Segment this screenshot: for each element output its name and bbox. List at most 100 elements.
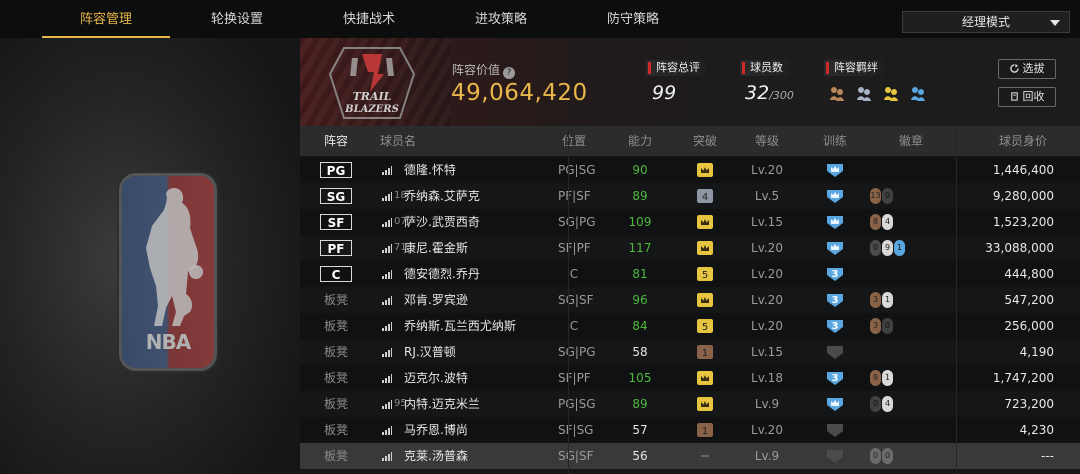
training-level: 3 xyxy=(832,269,839,280)
player-ability: 81 xyxy=(632,267,648,281)
training-crown-icon xyxy=(827,242,843,255)
tab-bar: 阵容管理 轮换设置 快捷战术 进攻策略 防守策略 经理模式 xyxy=(0,0,1080,38)
player-level: Lv.20 xyxy=(751,293,783,307)
badge-count: 9 xyxy=(882,240,893,256)
table-row[interactable]: 板凳 乔纳斯.瓦兰西尤纳斯 C 84 5 Lv.20 3 3 0 256,000 xyxy=(300,313,1080,339)
help-icon[interactable]: ? xyxy=(503,67,516,79)
bond-silver-icon[interactable] xyxy=(855,84,873,102)
tab-quick-tactics[interactable]: 快捷战术 xyxy=(308,0,430,38)
tab-defense-strategy[interactable]: 防守策略 xyxy=(572,0,694,38)
player-position: C xyxy=(569,319,579,333)
signal-bars-icon xyxy=(382,192,392,201)
lineup-position-tag: C xyxy=(320,266,352,282)
table-row[interactable]: C 德安德烈.乔丹 C 81 5 Lv.20 3 444,800 xyxy=(300,261,1080,287)
player-value: 1,747,200 xyxy=(992,371,1054,385)
bond-blue-icon[interactable] xyxy=(909,84,927,102)
player-count-max: /300 xyxy=(769,89,794,102)
badge-group: 04 xyxy=(870,396,894,412)
column-header-lineup[interactable]: 阵容 xyxy=(314,126,358,156)
table-row[interactable]: PF 71 康尼.霍金斯 SF|PF 117 Lv.20 0 9 1 33,088,000 xyxy=(300,235,1080,261)
pick-button-label: 选拔 xyxy=(1022,62,1045,75)
player-ability: 57 xyxy=(632,423,648,437)
breakthrough-badge-icon: 1 xyxy=(697,345,713,359)
breakthrough-level: 1 xyxy=(702,426,708,437)
badge-count: 4 xyxy=(882,214,893,230)
column-header-name[interactable]: 球员名 xyxy=(380,126,416,156)
bench-label: 板凳 xyxy=(323,423,348,437)
tab-offense-strategy[interactable]: 进攻策略 xyxy=(440,0,562,38)
player-level: Lv.15 xyxy=(751,215,783,229)
table-row[interactable]: 板凳 邓肯.罗宾逊 SG|SF 96 Lv.20 3 3 1 547,200 xyxy=(300,287,1080,313)
column-header-training[interactable]: 训练 xyxy=(818,126,852,156)
player-ability: 56 xyxy=(632,449,648,463)
player-name: 萨沙.武贾西奇 xyxy=(404,215,480,229)
table-row[interactable]: 板凳 95 内特.迈克米兰 PG|SG 89 Lv.9 0 4 723,200 xyxy=(300,391,1080,417)
player-level: Lv.20 xyxy=(751,423,783,437)
recycle-button-label: 回收 xyxy=(1022,90,1045,103)
player-level: Lv.9 xyxy=(754,449,780,463)
bench-label: 板凳 xyxy=(323,319,348,333)
player-ability: 105 xyxy=(628,371,652,385)
crown-icon xyxy=(697,215,713,229)
badge-count: 0 xyxy=(882,448,893,464)
lineup-position-tag: SG xyxy=(320,188,352,204)
player-position: SG|SF xyxy=(558,449,594,463)
chevron-down-icon xyxy=(1050,20,1060,26)
badge-count: 13 xyxy=(870,188,881,204)
player-name: 乔纳斯.瓦兰西尤纳斯 xyxy=(404,319,516,333)
nba-logo-text: NBA xyxy=(145,330,191,354)
column-header-player-value[interactable]: 球员身价 xyxy=(990,126,1056,156)
bench-label: 板凳 xyxy=(323,397,348,411)
player-name: 迈克尔.波特 xyxy=(404,371,468,385)
team-logo-line2: BLAZERS xyxy=(344,104,399,115)
player-value: 33,088,000 xyxy=(985,241,1054,255)
signal-bars-icon xyxy=(382,244,392,253)
table-row[interactable]: PG 德隆.怀特 PG|SG 90 Lv.20 1,446,400 xyxy=(300,157,1080,183)
nba-logo: NBA xyxy=(122,176,214,368)
breakthrough-badge-icon: 5 xyxy=(697,319,713,333)
player-value: 444,800 xyxy=(1004,267,1054,281)
player-level: Lv.20 xyxy=(751,241,783,255)
column-header-position[interactable]: 位置 xyxy=(558,126,590,156)
tab-lineup-management[interactable]: 阵容管理 xyxy=(42,0,170,38)
lineup-position-tag: SF xyxy=(320,214,352,230)
column-header-breakthrough[interactable]: 突破 xyxy=(688,126,722,156)
pick-button[interactable]: 选拔 xyxy=(998,59,1056,79)
player-value: 1,523,200 xyxy=(992,215,1054,229)
player-value: 256,000 xyxy=(1004,319,1054,333)
table-row[interactable]: 板凳 RJ.汉普顿 SG|PG 58 1 Lv.15 4,190 xyxy=(300,339,1080,365)
table-row[interactable]: 板凳 迈克尔.波特 SF|PF 105 Lv.18 3 9 1 1,747,200 xyxy=(300,365,1080,391)
tab-rotation-settings[interactable]: 轮换设置 xyxy=(176,0,298,38)
training-badge-icon: 3 xyxy=(827,294,843,307)
recycle-button[interactable]: 回收 xyxy=(998,87,1056,107)
lineup-bond-label: 阵容羁绊 xyxy=(824,60,884,76)
trail-blazers-logo: TRAIL BLAZERS xyxy=(328,47,416,119)
training-crown-icon xyxy=(827,398,843,411)
player-level: Lv.20 xyxy=(751,319,783,333)
table-row[interactable]: SG 18 乔纳森.艾萨克 PF|SF 89 4 Lv.5 13 0 9,280,000 xyxy=(300,183,1080,209)
divider xyxy=(956,126,957,474)
player-ability: 84 xyxy=(632,319,648,333)
mode-select[interactable]: 经理模式 xyxy=(902,11,1070,33)
table-row[interactable]: SF 07 萨沙.武贾西奇 SG|PG 109 Lv.15 8 4 1,523,200 xyxy=(300,209,1080,235)
column-header-level[interactable]: 等级 xyxy=(748,126,786,156)
bench-label: 板凳 xyxy=(323,449,348,463)
badge-count: 0 xyxy=(882,318,893,334)
training-crown-icon xyxy=(827,190,843,203)
table-row[interactable]: 板凳 克莱.汤普森 SG|SF 56 Lv.9 0 0 --- xyxy=(300,443,1080,469)
table-row[interactable]: 板凳 马乔恩.博尚 SF|SG 57 1 Lv.20 4,230 xyxy=(300,417,1080,443)
bond-bronze-icon[interactable] xyxy=(828,84,846,102)
player-ability: 89 xyxy=(632,189,648,203)
breakthrough-level: 5 xyxy=(702,322,708,333)
bond-gold-icon[interactable] xyxy=(882,84,900,102)
breakthrough-badge-icon: 4 xyxy=(697,189,713,203)
bench-label: 板凳 xyxy=(323,345,348,359)
badge-count: 1 xyxy=(882,292,893,308)
signal-bars-icon xyxy=(382,348,392,357)
player-name: RJ.汉普顿 xyxy=(404,345,456,359)
column-header-ability[interactable]: 能力 xyxy=(622,126,658,156)
training-crown-icon xyxy=(827,164,843,177)
column-header-badges[interactable]: 徽章 xyxy=(894,126,928,156)
player-value: 1,446,400 xyxy=(992,163,1054,177)
training-badge-icon: 3 xyxy=(827,268,843,281)
